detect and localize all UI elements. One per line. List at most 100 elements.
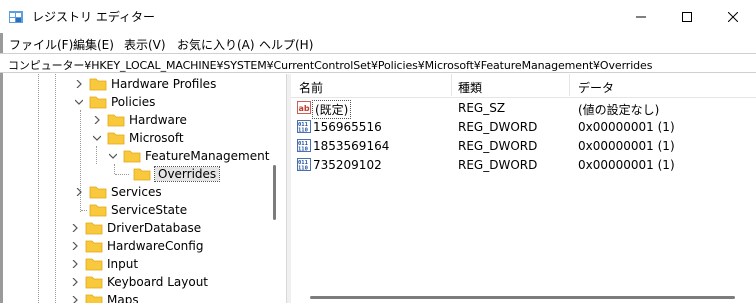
chevron-right-icon[interactable] bbox=[69, 222, 81, 234]
value-type: REG_DWORD bbox=[458, 158, 538, 172]
value-name: 735209102 bbox=[313, 158, 382, 172]
value-data: 0x00000001 (1) bbox=[578, 139, 675, 153]
tree-item-label: DriverDatabase bbox=[107, 221, 202, 235]
value-row[interactable]: 011 110 156965516 REG_DWORD 0x00000001 (1… bbox=[291, 118, 756, 136]
tree-item-policies[interactable]: Policies bbox=[73, 93, 155, 111]
chevron-right-icon[interactable] bbox=[91, 114, 103, 126]
tree-guide-line bbox=[38, 74, 39, 303]
tree-item-microsoft[interactable]: Microsoft bbox=[91, 129, 184, 147]
tree-guide-line bbox=[81, 210, 87, 211]
value-row[interactable]: 011 110 735209102 REG_DWORD 0x00000001 (1… bbox=[291, 156, 756, 174]
chevron-right-icon[interactable] bbox=[69, 276, 81, 288]
tree-item-label: Policies bbox=[111, 95, 156, 109]
chevron-down-icon[interactable] bbox=[91, 132, 103, 144]
chevron-right-icon[interactable] bbox=[69, 258, 81, 270]
address-path[interactable]: コンピューター¥HKEY_LOCAL_MACHINE¥SYSTEM¥Curren… bbox=[8, 57, 652, 73]
dword-value-icon: 011 110 bbox=[297, 120, 311, 134]
folder-icon bbox=[85, 275, 103, 289]
folder-icon bbox=[107, 131, 125, 145]
tree-item-featuremanagement[interactable]: FeatureManagement bbox=[107, 147, 269, 165]
folder-icon bbox=[85, 221, 103, 235]
menu-help[interactable]: ヘルプ(H) bbox=[259, 36, 313, 53]
tree-item-input[interactable]: Input bbox=[69, 255, 138, 273]
tree-item-label: Services bbox=[111, 185, 162, 199]
value-data: 0x00000001 (1) bbox=[578, 120, 675, 134]
tree-vertical-scrollbar[interactable] bbox=[273, 165, 276, 220]
dword-value-icon: 011 110 bbox=[297, 139, 311, 153]
folder-icon bbox=[89, 185, 107, 199]
value-type: REG_SZ bbox=[458, 101, 506, 115]
chevron-down-icon[interactable] bbox=[107, 150, 119, 162]
folder-icon bbox=[89, 95, 107, 109]
svg-text:110: 110 bbox=[298, 128, 308, 134]
folder-icon bbox=[107, 113, 125, 127]
menu-favorites[interactable]: お気に入り(A) bbox=[177, 36, 255, 53]
folder-open-icon bbox=[133, 167, 151, 181]
title-bar: レジストリ エディター bbox=[0, 0, 756, 33]
value-name: (既定) bbox=[311, 100, 352, 119]
column-header-data[interactable]: データ bbox=[578, 79, 614, 96]
tree-item-servicestate[interactable]: ServiceState bbox=[89, 201, 187, 219]
tree-item-keyboard-layout[interactable]: Keyboard Layout bbox=[69, 273, 208, 291]
value-name: 156965516 bbox=[313, 120, 382, 134]
folder-icon bbox=[85, 293, 103, 303]
value-row[interactable]: 011 110 1853569164 REG_DWORD 0x00000001 (… bbox=[291, 137, 756, 155]
tree-item-hardware-profiles[interactable]: Hardware Profiles bbox=[73, 75, 216, 93]
value-data: (値の設定なし) bbox=[578, 103, 660, 117]
menu-edit[interactable]: 編集(E) bbox=[73, 36, 114, 53]
tree-item-label: Maps bbox=[107, 293, 139, 303]
minimize-button[interactable] bbox=[618, 0, 664, 33]
window-title: レジストリ エディター bbox=[32, 10, 155, 24]
column-header-type[interactable]: 種類 bbox=[458, 79, 482, 96]
chevron-right-icon[interactable] bbox=[73, 186, 85, 198]
dword-value-icon: 011 110 bbox=[297, 158, 311, 172]
svg-text:110: 110 bbox=[298, 166, 308, 172]
key-tree-pane[interactable]: Hardware Profiles Policies Hardware Micr… bbox=[3, 74, 285, 303]
tree-guide-line bbox=[96, 146, 97, 164]
folder-icon bbox=[85, 239, 103, 253]
column-separator[interactable] bbox=[569, 74, 570, 96]
folder-icon bbox=[89, 77, 107, 91]
tree-item-label: Input bbox=[107, 257, 139, 271]
string-value-icon: ab bbox=[297, 101, 311, 114]
tree-item-label-selected: Overrides bbox=[153, 166, 221, 182]
tree-item-driverdatabase[interactable]: DriverDatabase bbox=[69, 219, 201, 237]
svg-text:ab: ab bbox=[299, 104, 310, 113]
folder-icon bbox=[123, 149, 141, 163]
tree-item-label: FeatureManagement bbox=[145, 149, 270, 163]
folder-icon bbox=[85, 257, 103, 271]
tree-guide-line bbox=[115, 174, 129, 175]
tree-guide-line bbox=[55, 74, 56, 303]
value-name: 1853569164 bbox=[313, 139, 390, 153]
column-header-name[interactable]: 名前 bbox=[299, 79, 323, 96]
list-horizontal-scrollbar[interactable] bbox=[310, 296, 735, 299]
menu-file[interactable]: ファイル(F) bbox=[9, 36, 73, 53]
value-row[interactable]: ab (既定) REG_SZ (値の設定なし) bbox=[291, 99, 756, 119]
tree-item-label: ServiceState bbox=[111, 203, 188, 217]
tree-item-services[interactable]: Services bbox=[73, 183, 162, 201]
tree-item-maps[interactable]: Maps bbox=[69, 291, 139, 303]
chevron-down-icon[interactable] bbox=[73, 96, 85, 108]
value-type: REG_DWORD bbox=[458, 120, 538, 134]
tree-item-label: Hardware bbox=[129, 113, 187, 127]
list-header: 名前 種類 データ bbox=[291, 74, 756, 98]
chevron-right-icon[interactable] bbox=[73, 78, 85, 90]
chevron-right-icon[interactable] bbox=[69, 240, 81, 252]
tree-item-label: Hardware Profiles bbox=[111, 77, 217, 91]
regedit-app-icon bbox=[8, 9, 24, 25]
folder-icon bbox=[89, 203, 107, 217]
tree-item-hardware[interactable]: Hardware bbox=[91, 111, 187, 129]
address-bar[interactable]: コンピューター¥HKEY_LOCAL_MACHINE¥SYSTEM¥Curren… bbox=[0, 53, 756, 73]
column-separator[interactable] bbox=[451, 74, 452, 96]
tree-item-hardwareconfig[interactable]: HardwareConfig bbox=[69, 237, 203, 255]
chevron-right-icon[interactable] bbox=[69, 294, 81, 303]
value-data: 0x00000001 (1) bbox=[578, 158, 675, 172]
maximize-button[interactable] bbox=[664, 0, 710, 33]
close-button[interactable] bbox=[710, 0, 756, 33]
tree-item-label: Microsoft bbox=[129, 131, 184, 145]
values-list-pane[interactable]: 名前 種類 データ ab (既定) REG_SZ (値の設定なし) 011 110… bbox=[291, 74, 756, 303]
tree-item-overrides[interactable]: Overrides bbox=[133, 165, 221, 183]
menu-bar: ファイル(F) 編集(E) 表示(V) お気に入り(A) ヘルプ(H) bbox=[0, 33, 756, 53]
menu-view[interactable]: 表示(V) bbox=[124, 36, 166, 53]
svg-text:110: 110 bbox=[298, 147, 308, 153]
